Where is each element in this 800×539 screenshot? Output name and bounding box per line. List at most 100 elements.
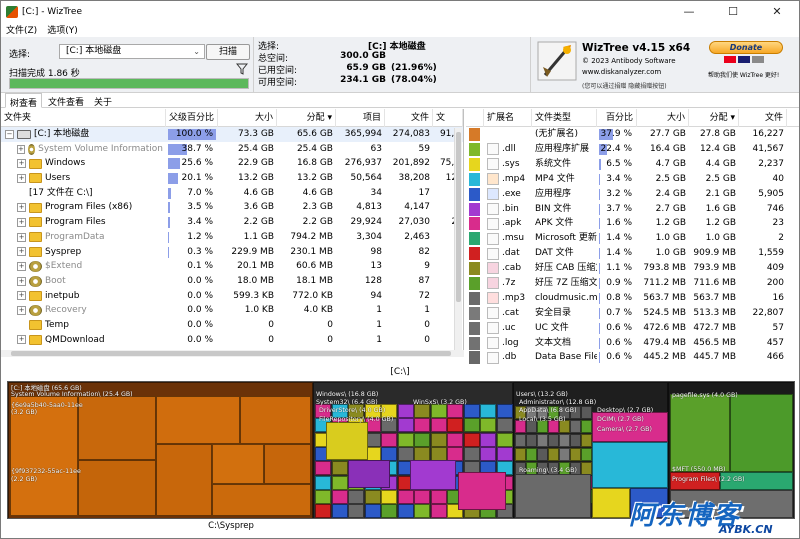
- ext-row[interactable]: .dat DAT 文件 1.4 % 1.0 GB 909.9 MB 1,559: [466, 246, 799, 261]
- tree-row[interactable]: + Sysprep 0.3 % 229.9 MB 230.1 MB 98 82: [1, 245, 463, 260]
- treemap-win-big2[interactable]: [410, 460, 456, 490]
- treemap-win-cell[interactable]: [315, 461, 331, 476]
- ext-row[interactable]: .mp4 MP4 文件 3.4 % 2.5 GB 2.5 GB 40: [466, 172, 799, 187]
- treemap-win-cell[interactable]: [463, 418, 480, 433]
- treemap-win-cell[interactable]: [414, 432, 430, 447]
- ext-row[interactable]: .7z 好压 7Z 压缩文件 0.9 % 711.2 MB 711.6 MB 200: [466, 276, 799, 291]
- tree-row[interactable]: Temp 0.0 % 0 0 1 0: [1, 318, 463, 333]
- tab-about[interactable]: 关于: [90, 93, 116, 108]
- treemap-win-cell[interactable]: [397, 504, 414, 518]
- treemap-win-cell[interactable]: [430, 504, 447, 518]
- treemap-win-big4[interactable]: [326, 422, 368, 460]
- treemap-win-cell[interactable]: [430, 418, 447, 433]
- treemap-win-cell[interactable]: [430, 489, 447, 504]
- treemap-svi-g[interactable]: [212, 444, 264, 484]
- treemap-win-cell[interactable]: [463, 446, 480, 461]
- tree-vscroll-thumb[interactable]: [456, 132, 461, 302]
- tree-row[interactable]: + inetpub 0.0 % 599.3 KB 772.0 KB 94 72: [1, 289, 463, 304]
- expander-icon[interactable]: +: [17, 306, 26, 316]
- treemap-win-cell[interactable]: [364, 504, 381, 518]
- treemap-user-cell[interactable]: [581, 406, 592, 419]
- treemap-win-cell[interactable]: [331, 489, 348, 504]
- ext-row[interactable]: .dll 应用程序扩展 22.4 % 16.4 GB 12.4 GB 41,567: [466, 142, 799, 157]
- treemap-win-cell[interactable]: [463, 404, 480, 418]
- treemap-user-cell[interactable]: [515, 448, 526, 461]
- expander-icon[interactable]: +: [17, 217, 26, 227]
- treemap-win-big[interactable]: [348, 460, 390, 488]
- tree-row[interactable]: + Boot 0.0 % 18.0 MB 18.1 MB 128 87: [1, 274, 463, 289]
- maximize-button[interactable]: ☐: [711, 1, 755, 22]
- expander-icon[interactable]: +: [17, 173, 26, 183]
- ext-row[interactable]: .bin BIN 文件 3.7 % 2.7 GB 1.6 GB 746: [466, 201, 799, 216]
- expander-icon[interactable]: +: [17, 159, 26, 169]
- treemap-user-cell[interactable]: [581, 434, 592, 447]
- treemap-user-cell[interactable]: [559, 448, 570, 461]
- treemap-user-cell[interactable]: [570, 420, 581, 433]
- treemap-user-cell[interactable]: [570, 448, 581, 461]
- menu-file[interactable]: 文件(Z): [6, 23, 37, 36]
- treemap-win-cell[interactable]: [397, 432, 414, 447]
- expander-icon[interactable]: −: [5, 129, 14, 139]
- expander-icon[interactable]: +: [17, 335, 26, 345]
- col-ext-files[interactable]: 文件: [739, 109, 787, 127]
- treemap-user-cell[interactable]: [526, 448, 537, 461]
- treemap-win-cell[interactable]: [381, 446, 397, 461]
- treemap-win-cell[interactable]: [447, 446, 463, 461]
- treemap-win-cell[interactable]: [315, 504, 331, 518]
- ext-row[interactable]: .log 文本文档 0.6 % 479.4 MB 456.5 MB 457: [466, 335, 799, 350]
- tree-row[interactable]: + Windows 25.6 % 22.9 GB 16.8 GB 276,937 201,8…: [1, 156, 463, 171]
- col-file-type[interactable]: 文件类型: [532, 109, 597, 127]
- treemap-win-cell[interactable]: [414, 446, 430, 461]
- treemap-user-cell[interactable]: [537, 448, 548, 461]
- treemap-win-cell[interactable]: [331, 461, 348, 476]
- treemap-win-cell[interactable]: [414, 504, 430, 518]
- treemap-win-cell[interactable]: [381, 432, 397, 447]
- treemap-win-cell[interactable]: [480, 404, 496, 418]
- treemap-win-cell[interactable]: [381, 504, 397, 518]
- treemap-user-x[interactable]: [592, 488, 630, 518]
- treemap-win-cell[interactable]: [447, 432, 463, 447]
- treemap-win-cell[interactable]: [447, 404, 463, 418]
- expander-icon[interactable]: +: [17, 232, 26, 242]
- treemap-svi-i[interactable]: [212, 484, 311, 516]
- col-percent[interactable]: 百分比: [597, 109, 637, 127]
- col-extension[interactable]: 扩展名: [484, 109, 532, 127]
- tree-row[interactable]: − [C:] 本地磁盘 100.0 % 73.3 GB 65.6 GB 365,994 27…: [1, 127, 463, 142]
- col-files[interactable]: 文件: [385, 109, 433, 127]
- treemap-user-cell[interactable]: [526, 434, 537, 447]
- tree-row[interactable]: + Program Files 3.4 % 2.2 GB 2.2 GB 29,924 27,…: [1, 215, 463, 230]
- treemap-win-cell[interactable]: [496, 418, 513, 433]
- treemap-svi-c[interactable]: [78, 460, 156, 516]
- col-ext-size[interactable]: 大小: [637, 109, 689, 127]
- treemap-win-big3[interactable]: [458, 472, 506, 510]
- treemap-win-cell[interactable]: [430, 446, 447, 461]
- ext-row[interactable]: .msu Microsoft 更新独 1.4 % 1.0 GB 1.0 GB 2: [466, 231, 799, 246]
- menu-options[interactable]: 选项(Y): [47, 23, 78, 36]
- treemap-win-cell[interactable]: [480, 432, 496, 447]
- col-allocated[interactable]: 分配 ▾: [277, 109, 336, 127]
- col-size[interactable]: 大小: [218, 109, 277, 127]
- treemap-win-cell[interactable]: [331, 475, 348, 490]
- ext-row[interactable]: .exe 应用程序 3.2 % 2.4 GB 2.1 GB 5,905: [466, 187, 799, 202]
- treemap-win-cell[interactable]: [315, 475, 331, 490]
- tree-row[interactable]: + ProgramData 1.2 % 1.1 GB 794.2 MB 3,304 2,46…: [1, 230, 463, 245]
- treemap-user-cell[interactable]: [581, 420, 592, 433]
- treemap-win-cell[interactable]: [397, 418, 414, 433]
- treemap-win-cell[interactable]: [331, 504, 348, 518]
- treemap-svi-h[interactable]: [264, 444, 311, 484]
- treemap-win-cell[interactable]: [348, 504, 364, 518]
- treemap-win-cell[interactable]: [397, 489, 414, 504]
- treemap-svi-f[interactable]: [156, 444, 212, 516]
- treemap-win-cell[interactable]: [414, 418, 430, 433]
- treemap-win-cell[interactable]: [496, 404, 513, 418]
- treemap-win-cell[interactable]: [496, 446, 513, 461]
- treemap-win-cell[interactable]: [364, 489, 381, 504]
- col-ext-allocated[interactable]: 分配 ▾: [689, 109, 739, 127]
- donate-button[interactable]: Donate: [709, 41, 783, 54]
- treemap-win-cell[interactable]: [397, 404, 414, 418]
- treemap-camera[interactable]: [592, 442, 668, 488]
- col-parent-pct[interactable]: 父级百分比: [166, 109, 218, 127]
- treemap-user-cell[interactable]: [581, 448, 592, 461]
- treemap-user-cell[interactable]: [570, 434, 581, 447]
- treemap-win-cell[interactable]: [463, 432, 480, 447]
